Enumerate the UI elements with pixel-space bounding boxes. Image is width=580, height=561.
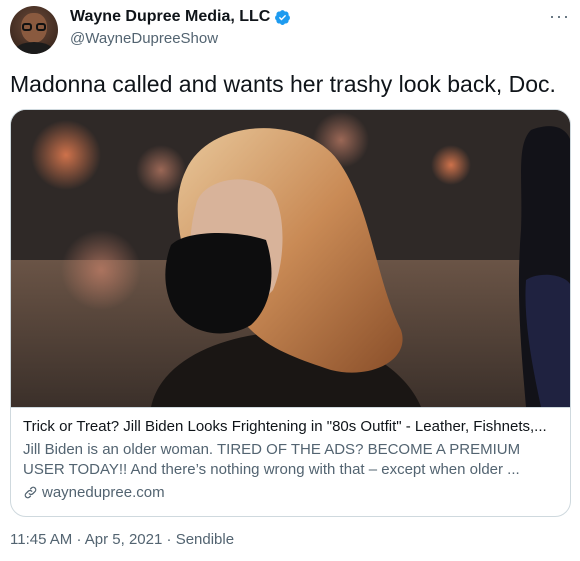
link-card[interactable]: Trick or Treat? Jill Biden Looks Frighte… <box>10 109 571 517</box>
article-photo[interactable] <box>11 110 570 407</box>
card-description: Jill Biden is an older woman. TIRED OF T… <box>23 441 521 478</box>
tweet-date[interactable]: Apr 5, 2021 <box>85 531 163 548</box>
meta-separator-2: · <box>166 531 172 548</box>
link-icon <box>24 486 37 499</box>
handle[interactable]: @WayneDupreeShow <box>70 30 291 47</box>
tweet-meta: 11:45 AM · Apr 5, 2021 · Sendible <box>10 531 234 548</box>
meta-separator-1: · <box>76 531 82 548</box>
tweet-text: Madonna called and wants her trashy look… <box>10 71 556 97</box>
card-domain[interactable]: wayneduprее.com <box>23 484 560 501</box>
avatar-glasses-right <box>36 23 46 31</box>
avatar[interactable] <box>10 6 58 54</box>
tweet-time[interactable]: 11:45 AM <box>10 531 72 548</box>
article-photo-illustration <box>11 110 570 407</box>
avatar-glasses-left <box>22 23 32 31</box>
tweet-header: Wayne Dupree Media, LLC @WayneDupreeShow… <box>10 6 570 58</box>
display-name[interactable]: Wayne Dupree Media, LLC <box>70 8 270 26</box>
more-options-icon[interactable]: ··· <box>549 6 570 27</box>
name-row: Wayne Dupree Media, LLC <box>70 8 291 26</box>
verified-badge-icon <box>275 9 291 25</box>
avatar-shirt <box>14 42 54 54</box>
author-names: Wayne Dupree Media, LLC @WayneDupreeShow <box>70 8 291 47</box>
tweet-source[interactable]: Sendible <box>176 531 234 548</box>
card-title[interactable]: Trick or Treat? Jill Biden Looks Frighte… <box>23 418 560 435</box>
card-domain-text[interactable]: wayneduprее.com <box>42 484 165 501</box>
card-body[interactable]: Trick or Treat? Jill Biden Looks Frighte… <box>11 407 570 516</box>
